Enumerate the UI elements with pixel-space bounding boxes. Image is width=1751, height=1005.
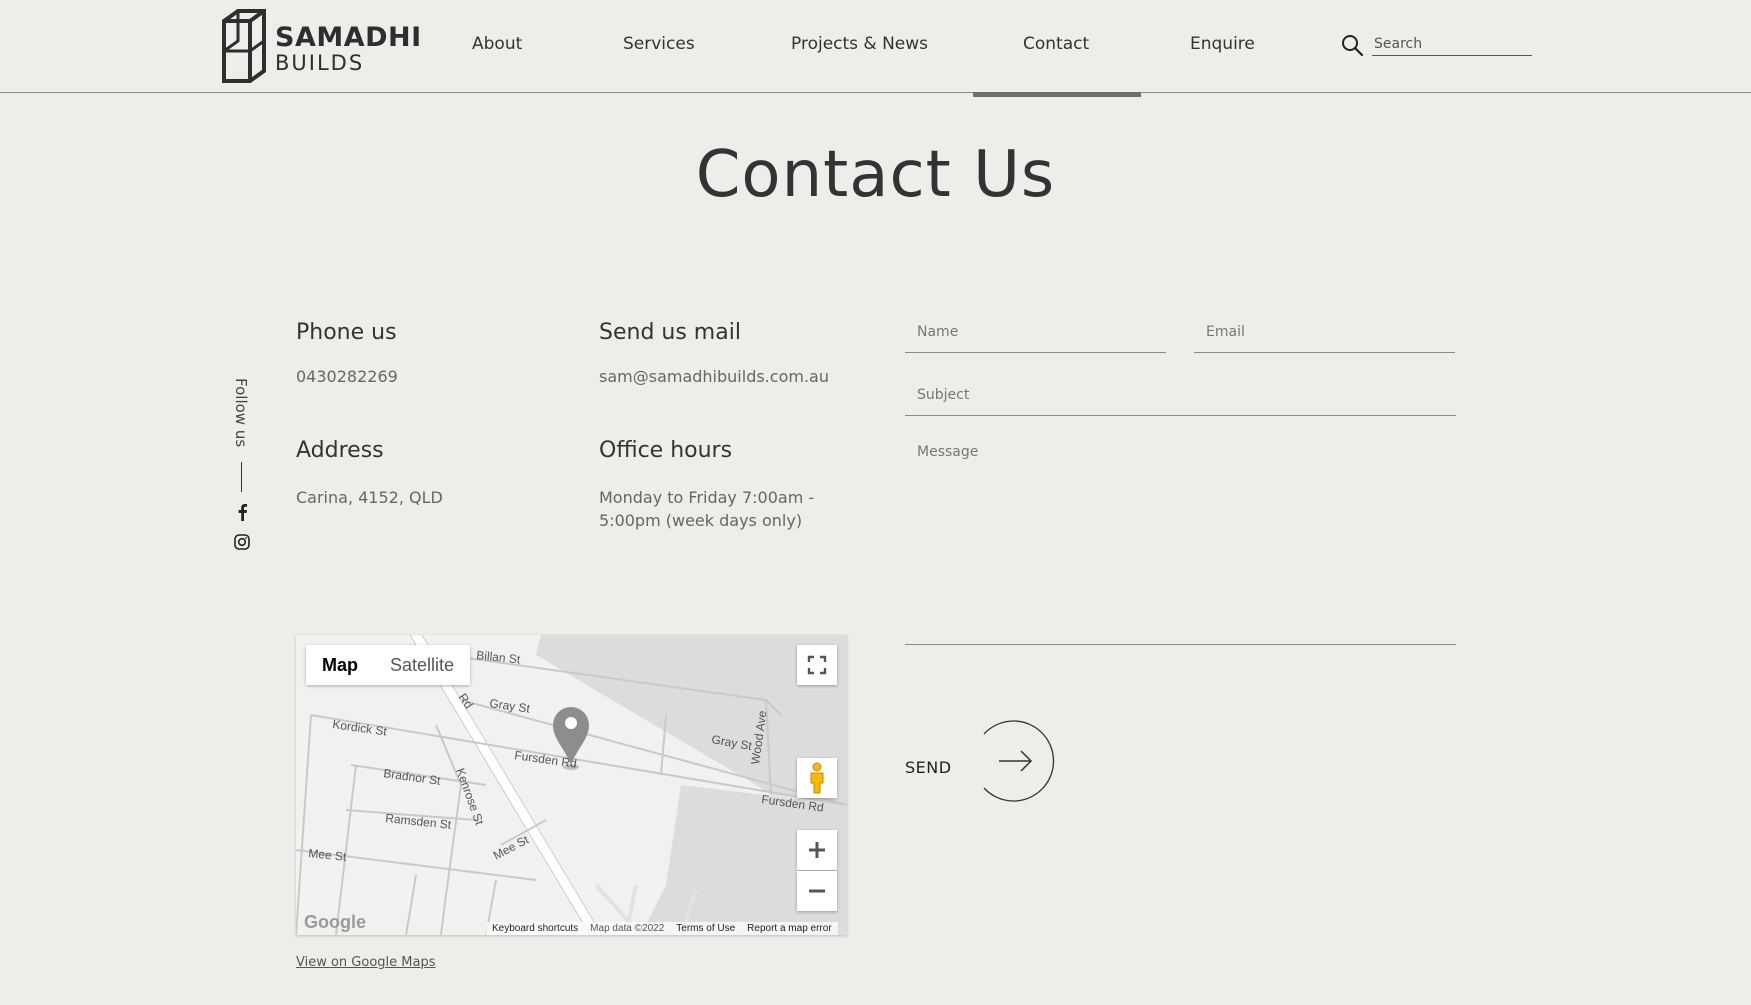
report-map-error-link[interactable]: Report a map error xyxy=(747,922,831,935)
map-type-map-button[interactable]: Map xyxy=(306,645,374,685)
phone-heading: Phone us xyxy=(296,320,397,345)
zoom-out-button[interactable] xyxy=(797,871,837,911)
map-type-satellite-button[interactable]: Satellite xyxy=(374,645,471,685)
pegman-icon xyxy=(810,762,824,794)
logo-text-secondary: BUILDS xyxy=(275,51,365,75)
follow-us-label: Follow us xyxy=(232,378,250,448)
google-logo: Google xyxy=(304,912,366,932)
logo-text-primary: SAMADHI xyxy=(275,22,422,53)
fullscreen-button[interactable] xyxy=(797,645,837,685)
site-logo[interactable]: SAMADHI BUILDS xyxy=(222,9,421,83)
nav-contact[interactable]: Contact xyxy=(1023,36,1089,53)
terms-of-use-link[interactable]: Terms of Use xyxy=(676,922,735,935)
logo-cube-icon xyxy=(222,9,266,83)
keyboard-shortcuts-link[interactable]: Keyboard shortcuts xyxy=(492,922,578,935)
message-field[interactable] xyxy=(905,432,1456,645)
street-view-button[interactable] xyxy=(797,758,837,798)
instagram-icon[interactable] xyxy=(234,534,250,550)
zoom-in-button[interactable] xyxy=(797,830,837,870)
mail-heading: Send us mail xyxy=(599,320,741,345)
nav-about[interactable]: About xyxy=(472,36,522,53)
address-text: Carina, 4152, QLD xyxy=(296,488,443,507)
send-label[interactable]: SEND xyxy=(905,758,952,777)
email-field[interactable] xyxy=(1194,312,1455,353)
send-button[interactable] xyxy=(975,720,1057,802)
office-hours-heading: Office hours xyxy=(599,438,733,463)
page-title: Contact Us xyxy=(695,138,1056,212)
search-icon[interactable] xyxy=(1340,33,1364,57)
follow-divider xyxy=(241,462,242,492)
map-footer: Keyboard shortcuts Map data ©2022 Terms … xyxy=(486,922,838,935)
view-on-google-maps-link[interactable]: View on Google Maps xyxy=(296,955,436,970)
site-header: SAMADHI BUILDS About Services Projects &… xyxy=(0,0,1751,93)
address-heading: Address xyxy=(296,438,384,463)
subject-field[interactable] xyxy=(905,375,1456,416)
plus-icon xyxy=(809,842,825,858)
minus-icon xyxy=(809,889,825,893)
embedded-map[interactable]: Billan St Gray St Gray St Kordick St Fur… xyxy=(296,635,847,935)
nav-projects-news[interactable]: Projects & News xyxy=(791,36,928,53)
office-hours-text: Monday to Friday 7:00am - 5:00pm (week d… xyxy=(599,488,815,530)
nav-active-indicator xyxy=(973,92,1141,97)
email-address[interactable]: sam@samadhibuilds.com.au xyxy=(599,365,829,388)
name-field[interactable] xyxy=(905,312,1166,353)
facebook-icon[interactable] xyxy=(235,503,249,521)
map-type-toggle: Map Satellite xyxy=(306,645,471,685)
map-data-credit: Map data ©2022 xyxy=(590,923,665,934)
nav-services[interactable]: Services xyxy=(623,36,695,53)
phone-number[interactable]: 0430282269 xyxy=(296,365,398,388)
arrow-right-icon xyxy=(983,720,1055,802)
search-input[interactable] xyxy=(1372,33,1532,56)
fullscreen-icon xyxy=(807,655,827,675)
nav-enquire[interactable]: Enquire xyxy=(1190,36,1255,53)
